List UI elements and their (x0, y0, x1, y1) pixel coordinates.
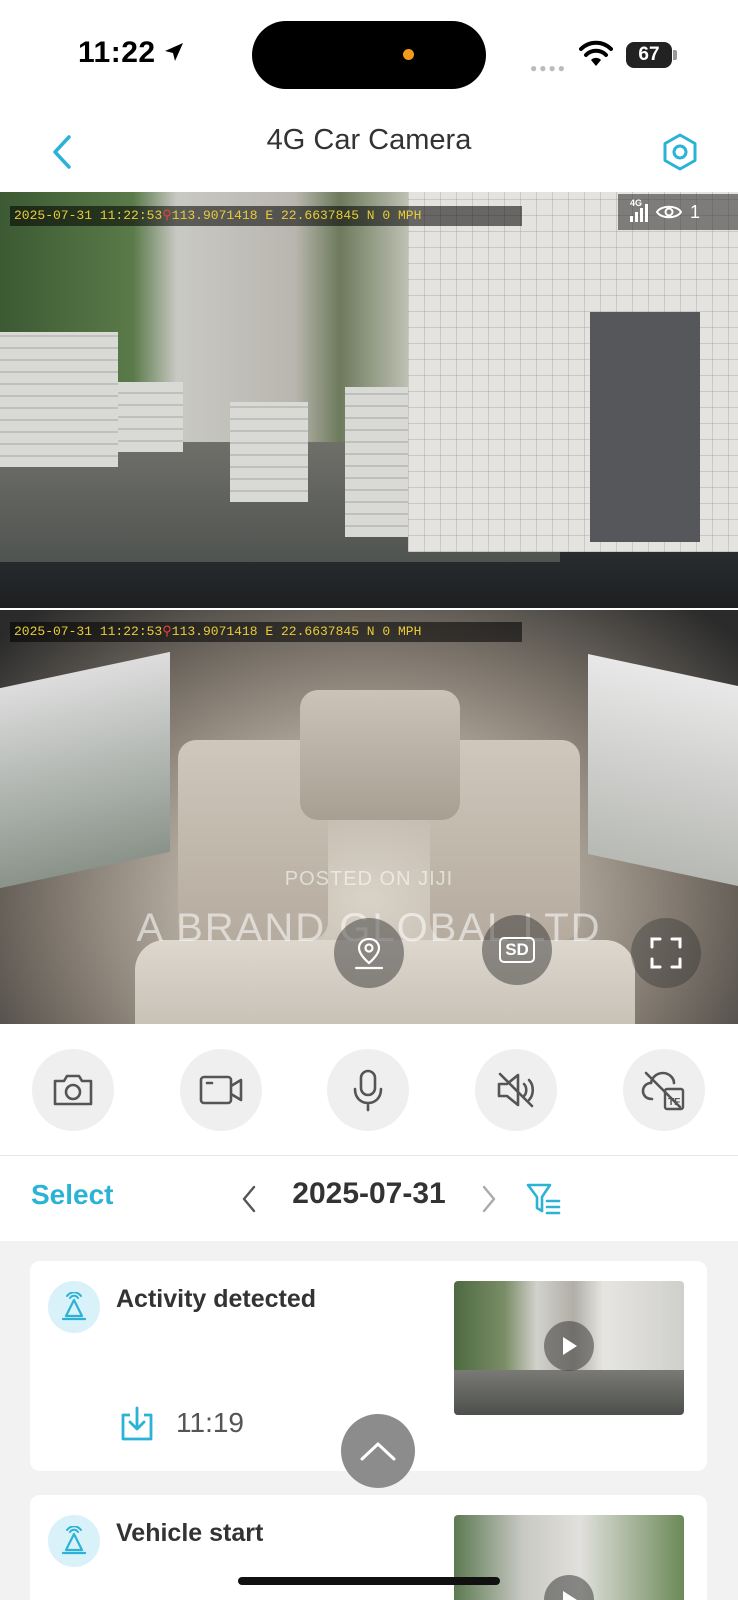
dynamic-island (252, 21, 486, 89)
scroll-to-top-button[interactable] (341, 1414, 415, 1488)
thumb-scene (454, 1370, 684, 1415)
speaker-muted-icon (497, 1072, 535, 1108)
sd-icon: SD (499, 937, 535, 963)
settings-button[interactable] (656, 124, 704, 180)
filter-button[interactable] (524, 1179, 564, 1219)
microphone-icon (353, 1069, 383, 1112)
quality-sd-button[interactable]: SD (482, 915, 552, 985)
nav-header: 4G Car Camera (0, 110, 738, 192)
chevron-up-icon (360, 1442, 396, 1461)
mute-button[interactable] (475, 1049, 557, 1131)
signal-bars-icon: 4G (630, 198, 648, 222)
osd-pin-icon: ⚲ (162, 208, 172, 223)
chevron-left-icon (242, 1185, 256, 1213)
event-title: Vehicle start (116, 1519, 264, 1547)
control-toolbar: TF (0, 1026, 738, 1156)
osd-datetime: 2025-07-31 11:22:53 (14, 624, 163, 639)
status-time: 11:22 (78, 36, 156, 69)
chevron-right-icon (482, 1185, 496, 1213)
scene-window (0, 651, 170, 889)
location-button[interactable] (334, 918, 404, 988)
current-date[interactable]: 2025-07-31 (280, 1177, 458, 1211)
settings-hexagon-icon (663, 133, 697, 171)
location-arrow-icon (165, 43, 183, 61)
next-date-button[interactable] (474, 1177, 504, 1221)
motion-alert-icon (48, 1281, 100, 1333)
cloud-storage-button[interactable]: TF (623, 1049, 705, 1131)
previous-date-button[interactable] (234, 1177, 264, 1221)
status-bar: 11:22 ●●●● 67 (0, 0, 738, 110)
svg-text:TF: TF (668, 1097, 680, 1108)
network-label: 4G (630, 198, 643, 208)
fullscreen-button[interactable] (631, 918, 701, 988)
snapshot-button[interactable] (32, 1049, 114, 1131)
date-bar: Select 2025-07-31 (0, 1157, 738, 1241)
event-thumbnail[interactable] (454, 1281, 684, 1415)
download-icon[interactable] (118, 1405, 156, 1443)
map-pin-icon (354, 937, 384, 970)
osd-datetime: 2025-07-31 11:22:53 (14, 208, 163, 223)
play-icon[interactable] (544, 1321, 594, 1371)
home-indicator[interactable] (238, 1577, 500, 1585)
cellular-dots-icon: ●●●● (530, 61, 567, 75)
scene-window (588, 654, 738, 886)
event-title: Activity detected (116, 1285, 317, 1313)
record-button[interactable] (180, 1049, 262, 1131)
scene-door (590, 312, 700, 542)
rear-osd-overlay: 2025-07-31 11:22:53⚲113.9071418 E 22.663… (10, 622, 522, 642)
interior-camera-feed[interactable]: 2025-07-31 11:22:53⚲113.9071418 E 22.663… (0, 610, 738, 1024)
scene-pallet (0, 332, 118, 467)
event-thumbnail[interactable] (454, 1515, 684, 1600)
scene-rear-bench (300, 690, 460, 820)
wifi-icon (579, 40, 613, 66)
front-osd-overlay: 2025-07-31 11:22:53⚲113.9071418 E 22.663… (10, 206, 522, 226)
osd-pin-icon: ⚲ (162, 624, 172, 639)
motion-alert-icon (48, 1515, 100, 1567)
network-viewers-badge: 4G 1 (618, 194, 738, 230)
fullscreen-icon (650, 937, 682, 969)
scene-pallet (230, 402, 308, 502)
battery-icon: 67 (626, 42, 672, 68)
talk-button[interactable] (327, 1049, 409, 1131)
event-time: 11:19 (176, 1407, 244, 1438)
osd-coords: 113.9071418 E 22.6637845 N 0 MPH (171, 208, 422, 223)
privacy-indicator-dot (403, 49, 414, 60)
front-camera-feed[interactable]: 2025-07-31 11:22:53⚲113.9071418 E 22.663… (0, 192, 738, 608)
page-title: 4G Car Camera (266, 124, 472, 156)
video-record-icon (199, 1075, 243, 1105)
select-button[interactable]: Select (31, 1179, 114, 1211)
filter-icon (526, 1183, 561, 1215)
cloud-tf-icon: TF (641, 1071, 685, 1111)
viewer-count: 1 (690, 201, 701, 222)
eye-icon (656, 205, 682, 219)
osd-coords: 113.9071418 E 22.6637845 N 0 MPH (171, 624, 422, 639)
scene-pallet (118, 382, 183, 452)
camera-icon (53, 1074, 93, 1106)
watermark-posted: POSTED ON JIJI (284, 868, 454, 890)
battery-tip (673, 50, 677, 60)
play-icon[interactable] (544, 1575, 594, 1600)
